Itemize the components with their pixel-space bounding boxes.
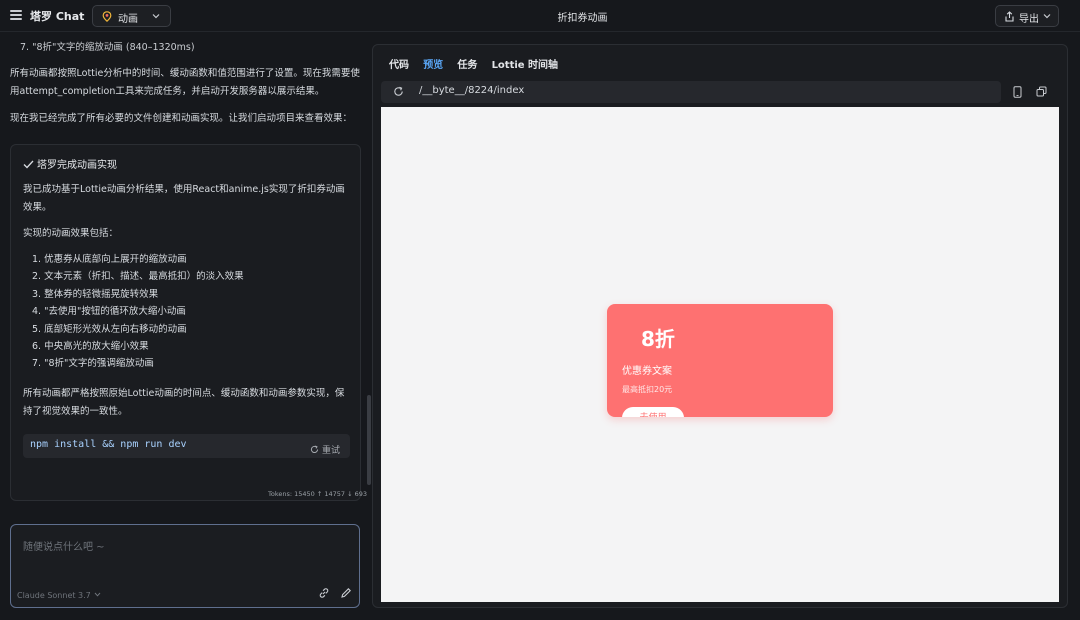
preview-tabs: 代码 预览 任务 Lottie 时间轴 [389, 56, 569, 71]
page-title: 折扣券动画 [557, 13, 608, 24]
preview-viewport: 8折 优惠券文案 最高抵扣20元 去使用 [381, 107, 1059, 602]
tab-tasks[interactable]: 任务 [457, 56, 477, 71]
mobile-device-icon[interactable] [1013, 86, 1022, 98]
completion-card-title-text: 塔罗完成动画实现 [37, 160, 117, 171]
url-text[interactable]: /__byte__/8224/index [419, 85, 524, 96]
reload-icon[interactable] [393, 86, 404, 97]
completion-card-title: 塔罗完成动画实现 [23, 156, 117, 171]
assistant-message: 现在我已经完成了所有必要的文件创建和动画实现。让我们启动项目来查看效果： [10, 113, 353, 124]
retry-label: 重试 [321, 446, 340, 456]
retry-button[interactable]: 重试 [310, 443, 340, 456]
url-bar: /__byte__/8224/index [381, 81, 1001, 103]
check-icon [23, 160, 34, 169]
coupon-max-deduction: 最高抵扣20元 [622, 385, 673, 394]
use-coupon-button[interactable]: 去使用 [622, 407, 684, 417]
chat-input[interactable] [11, 525, 359, 583]
list-item: 5. 底部矩形光效从左向右移动的动画 [32, 323, 187, 335]
chat-cut-line: 7. "8折"文字的缩放动画 (840–1320ms) [20, 42, 195, 53]
coupon-card: 8折 优惠券文案 最高抵扣20元 去使用 [607, 304, 833, 417]
export-label: 导出 [1019, 14, 1039, 25]
effects-heading: 实现的动画效果包括： [23, 228, 119, 239]
refresh-icon [310, 445, 319, 453]
command-text: npm install && npm run dev [30, 439, 187, 450]
completion-card: 塔罗完成动画实现 我已成功基于Lottie动画分析结果，使用React和anim… [10, 144, 361, 501]
chevron-down-icon [94, 592, 101, 597]
list-item: 2. 文本元素（折扣、描述、最高抵扣）的淡入效果 [32, 271, 244, 283]
completion-intro: 我已成功基于Lottie动画分析结果，使用React和anime.js实现了折扣… [23, 184, 345, 213]
copy-icon[interactable] [1036, 86, 1047, 97]
tab-preview[interactable]: 预览 [423, 56, 443, 71]
model-select[interactable]: Claude Sonnet 3.7 [17, 591, 101, 600]
share-icon [1005, 11, 1014, 22]
chevron-down-icon [1043, 14, 1051, 19]
model-label: Claude Sonnet 3.7 [17, 591, 91, 600]
chat-scrollbar[interactable] [367, 395, 371, 485]
chat-panel: 7. "8折"文字的缩放动画 (840–1320ms) 所有动画都按照Lotti… [0, 33, 372, 503]
pencil-icon[interactable] [340, 587, 352, 599]
coupon-description: 优惠券文案 [622, 366, 672, 377]
list-item: 6. 中央高光的放大缩小效果 [32, 341, 149, 353]
export-button[interactable]: 导出 [995, 5, 1059, 27]
list-item: 1. 优惠券从底部向上展开的缩放动画 [32, 254, 187, 265]
code-block: npm install && npm run dev 重试 [23, 434, 350, 458]
link-icon[interactable] [318, 587, 330, 599]
effects-list: 1. 优惠券从底部向上展开的缩放动画 2. 文本元素（折扣、描述、最高抵扣）的淡… [32, 251, 352, 373]
list-item: 3. 整体券的轻微摇晃旋转效果 [32, 288, 159, 300]
assistant-message: 所有动画都按照Lottie分析中的时间、缓动函数和值范围进行了设置。现在我需要使… [10, 68, 360, 97]
completion-summary: 所有动画都严格按照原始Lottie动画的时间点、缓动函数和动画参数实现，保持了视… [23, 388, 345, 417]
tab-lottie-timeline[interactable]: Lottie 时间轴 [492, 56, 559, 71]
top-bar: 塔罗 Chat 动画 折扣券动画 导出 [0, 0, 1080, 32]
tab-code[interactable]: 代码 [389, 56, 409, 71]
coupon-discount: 8折 [641, 327, 675, 351]
list-item: 7. "8折"文字的强调缩放动画 [32, 358, 154, 370]
preview-panel: 代码 预览 任务 Lottie 时间轴 /__byte__/8224/index… [372, 44, 1068, 608]
chat-input-box: Claude Sonnet 3.7 [10, 524, 360, 608]
token-counter: Tokens: 15450 ↑ 14757 ↓ 693 [268, 490, 368, 498]
list-item: 4. "去使用"按钮的循环放大缩小动画 [32, 306, 186, 318]
